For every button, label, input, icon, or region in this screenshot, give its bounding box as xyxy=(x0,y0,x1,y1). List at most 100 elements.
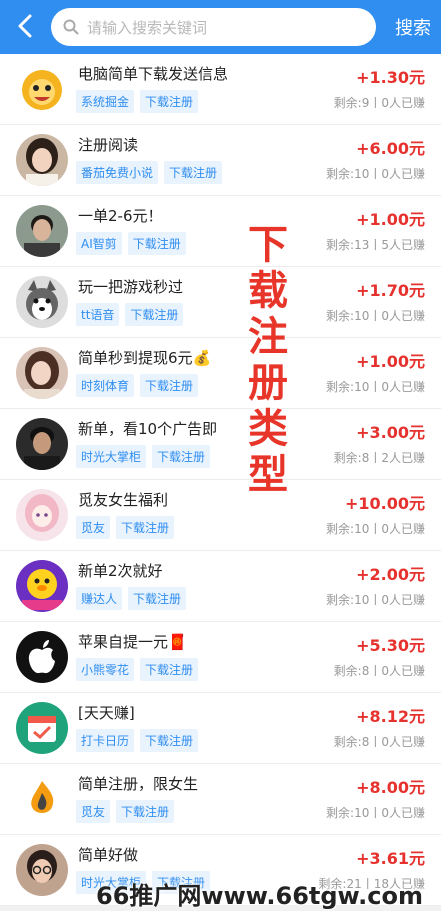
task-tag: 赚达人 xyxy=(76,587,123,610)
flame-logo-avatar xyxy=(16,773,68,825)
task-tag: 时刻体育 xyxy=(76,374,135,397)
task-tag: 下载注册 xyxy=(140,90,199,113)
task-tag: 下载注册 xyxy=(116,516,175,539)
task-tags: 系统掘金 下载注册 xyxy=(76,90,199,113)
girl-photo-avatar xyxy=(16,134,68,186)
task-tag: 觅友 xyxy=(76,516,111,539)
woman-glasses-avatar xyxy=(16,844,68,896)
task-stats: 剩余:9丨0人已赚 xyxy=(333,96,425,110)
task-tags: AI智剪 下载注册 xyxy=(76,232,186,255)
task-stats: 剩余:10丨0人已赚 xyxy=(326,309,425,323)
task-row[interactable]: 简单注册，限女生觅友 下载注册 +8.00元剩余:10丨0人已赚 xyxy=(0,764,441,835)
yellow-duck-avatar xyxy=(16,560,68,612)
watermark: 66推广网www.66tgw.com xyxy=(96,882,424,910)
task-reward: +3.00元 xyxy=(356,423,425,442)
task-reward: +1.30元 xyxy=(356,68,425,87)
task-row[interactable]: 简单秒到提现6元💰 时刻体育 下载注册 +1.00元剩余:10丨0人已赚 xyxy=(0,338,441,409)
task-tag: tt语音 xyxy=(76,303,120,326)
task-reward: +3.61元 xyxy=(356,849,425,868)
task-reward: +8.12元 xyxy=(356,707,425,726)
task-title: 玩一把游戏秒过 xyxy=(78,278,184,296)
task-tags: 小熊零花 下载注册 xyxy=(76,658,199,681)
task-tag: 时光大掌柜 xyxy=(76,445,147,468)
task-reward: +8.00元 xyxy=(356,778,425,797)
task-list: 电脑简单下载发送信息 系统掘金 下载注册 +1.30元 剩余:9丨0人已赚 注册阅读 番茄免… xyxy=(0,54,441,906)
task-stats: 剩余:10丨0人已赚 xyxy=(326,167,425,181)
task-tag: 下载注册 xyxy=(128,587,187,610)
task-tags: 觅友 下载注册 xyxy=(76,516,175,539)
task-tag: 下载注册 xyxy=(140,729,199,752)
task-tag: 觅友 xyxy=(76,800,111,823)
task-tags: 赚达人 下载注册 xyxy=(76,587,187,610)
task-title: 觅友女生福利 xyxy=(78,491,169,509)
task-tag: 下载注册 xyxy=(140,374,199,397)
task-reward: +1.00元 xyxy=(356,352,425,371)
task-tag: 下载注册 xyxy=(164,161,223,184)
back-arrow-icon[interactable] xyxy=(12,12,40,40)
task-tags: 时光大掌柜 下载注册 xyxy=(76,445,211,468)
man-dark-avatar xyxy=(16,418,68,470)
overlay-caption: 下载注册类型 xyxy=(248,222,288,498)
search-icon xyxy=(63,19,79,35)
search-box[interactable]: 请输入搜索关键词 xyxy=(51,8,376,46)
man-photo-avatar xyxy=(16,205,68,257)
task-tags: tt语音 下载注册 xyxy=(76,303,184,326)
task-tag: 系统掘金 xyxy=(76,90,135,113)
task-stats: 剩余:13丨5人已赚 xyxy=(326,238,425,252)
task-reward: +5.30元 xyxy=(356,636,425,655)
task-tag: 下载注册 xyxy=(127,232,186,255)
task-reward: +2.00元 xyxy=(356,565,425,584)
task-title: 新单2次就好 xyxy=(78,562,163,580)
task-title: 简单好做 xyxy=(78,846,139,864)
task-title: 注册阅读 xyxy=(78,136,139,154)
task-reward: +6.00元 xyxy=(356,139,425,158)
task-tag: 打卡日历 xyxy=(76,729,135,752)
search-button[interactable]: 搜索 xyxy=(395,14,431,40)
task-stats: 剩余:8丨0人已赚 xyxy=(333,735,425,749)
task-stats: 剩余:10丨0人已赚 xyxy=(326,806,425,820)
task-row[interactable]: 注册阅读番茄免费小说 下载注册 +6.00元剩余:10丨0人已赚 xyxy=(0,125,441,196)
task-reward: +10.00元 xyxy=(344,494,425,513)
anime-girl-avatar xyxy=(16,489,68,541)
task-row[interactable]: 觅友女生福利觅友 下载注册 +10.00元剩余:10丨0人已赚 xyxy=(0,480,441,551)
task-stats: 剩余:10丨0人已赚 xyxy=(326,380,425,394)
task-row[interactable]: 一单2-6元！ AI智剪 下载注册 +1.00元剩余:13丨5人已赚 xyxy=(0,196,441,267)
task-tags: 时刻体育 下载注册 xyxy=(76,374,199,397)
task-tag: 下载注册 xyxy=(140,658,199,681)
task-tags: 番茄免费小说 下载注册 xyxy=(76,161,223,184)
task-tags: 打卡日历 下载注册 xyxy=(76,729,199,752)
task-row[interactable]: [天天赚] 打卡日历 下载注册 +8.12元剩余:8丨0人已赚 xyxy=(0,693,441,764)
calendar-app-avatar xyxy=(16,702,68,754)
husky-dog-avatar xyxy=(16,276,68,328)
task-tag: 小熊零花 xyxy=(76,658,135,681)
task-tag: 下载注册 xyxy=(152,445,211,468)
task-title: 电脑简单下载发送信息 xyxy=(78,65,229,83)
task-stats: 剩余:8丨0人已赚 xyxy=(333,664,425,678)
task-title: 一单2-6元！ xyxy=(78,207,163,225)
task-tag: 下载注册 xyxy=(125,303,184,326)
task-tag: 番茄免费小说 xyxy=(76,161,159,184)
task-tags: 觅友 下载注册 xyxy=(76,800,175,823)
task-tag: 下载注册 xyxy=(116,800,175,823)
task-title: 简单秒到提现6元💰 xyxy=(78,349,212,367)
task-title: [天天赚] xyxy=(78,704,135,722)
task-stats: 剩余:8丨2人已赚 xyxy=(333,451,425,465)
search-input[interactable]: 请输入搜索关键词 xyxy=(87,17,207,38)
task-tag: AI智剪 xyxy=(76,232,122,255)
cartoon-lion-avatar xyxy=(16,63,68,115)
task-row[interactable]: 新单2次就好赚达人 下载注册 +2.00元剩余:10丨0人已赚 xyxy=(0,551,441,622)
task-stats: 剩余:10丨0人已赚 xyxy=(326,522,425,536)
task-row[interactable]: 电脑简单下载发送信息系统掘金 下载注册 +1.30元剩余:9丨0人已赚 xyxy=(0,54,441,125)
top-bar: 请输入搜索关键词 搜索 xyxy=(0,0,441,54)
task-stats: 剩余:10丨0人已赚 xyxy=(326,593,425,607)
task-title: 简单注册，限女生 xyxy=(78,775,199,793)
task-reward: +1.70元 xyxy=(356,281,425,300)
task-title: 苹果自提一元🧧 xyxy=(78,633,187,651)
task-row[interactable]: 苹果自提一元🧧 小熊零花 下载注册 +5.30元剩余:8丨0人已赚 xyxy=(0,622,441,693)
woman-photo-avatar xyxy=(16,347,68,399)
apple-logo-avatar xyxy=(16,631,68,683)
task-reward: +1.00元 xyxy=(356,210,425,229)
task-row[interactable]: 新单，看10个广告即时光大掌柜 下载注册 +3.00元剩余:8丨2人已赚 xyxy=(0,409,441,480)
task-title: 新单，看10个广告即 xyxy=(78,420,218,438)
task-row[interactable]: 玩一把游戏秒过 tt语音 下载注册 +1.70元剩余:10丨0人已赚 xyxy=(0,267,441,338)
